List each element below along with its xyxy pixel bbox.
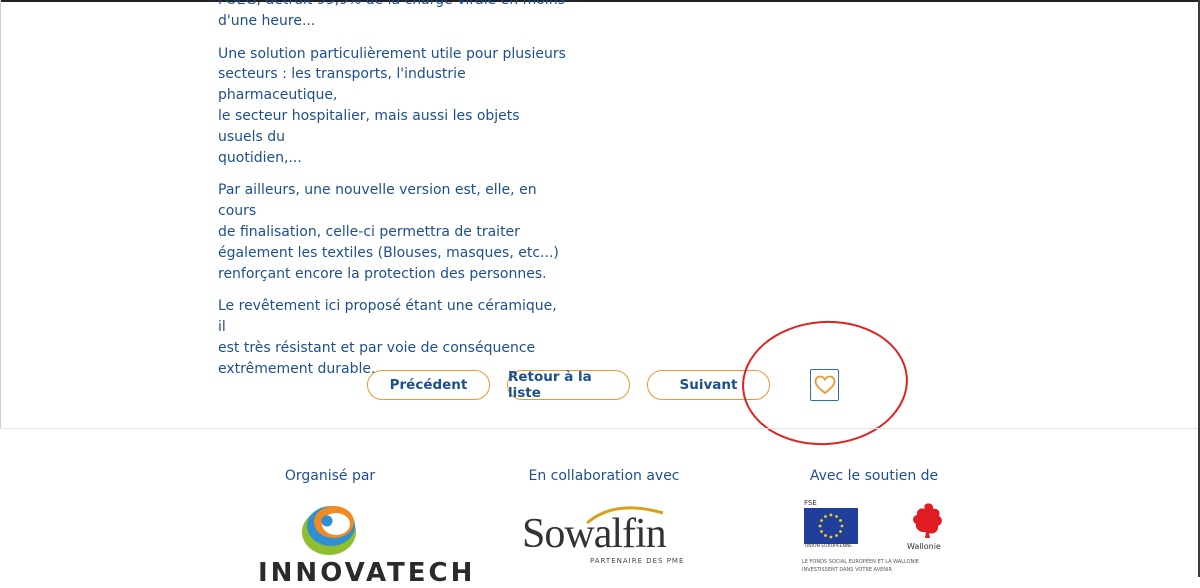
fse-caption: LE FONDS SOCIAL EUROPÉEN ET LA WALLONIE … bbox=[802, 558, 972, 574]
line: Une solution particulièrement utile pour… bbox=[218, 45, 566, 62]
fse-caption-line: INVESTISSENT DANS VOTRE AVENIR bbox=[802, 567, 892, 573]
line: renforçant encore la protection des pers… bbox=[218, 265, 547, 282]
collaboration-heading: En collaboration avec bbox=[528, 468, 680, 484]
line: de finalisation, celle-ci permettra de t… bbox=[218, 223, 520, 240]
eu-label: UNION EUROPÉENNE bbox=[805, 544, 853, 549]
article-paragraph-3: Par ailleurs, une nouvelle version est, … bbox=[218, 180, 568, 284]
line: est très résistant et par voie de conséq… bbox=[218, 339, 536, 356]
favorite-button[interactable] bbox=[810, 369, 839, 401]
line: extrêmement durable. bbox=[218, 360, 376, 377]
line: Le revêtement ici proposé étant une céra… bbox=[218, 298, 557, 336]
eu-flag-logo[interactable] bbox=[804, 508, 858, 544]
sowalfin-tagline: PARTENAIRE DES PME bbox=[590, 557, 685, 565]
article-paragraph-4: Le revêtement ici proposé étant une céra… bbox=[218, 296, 568, 379]
line: Par ailleurs, une nouvelle version est, … bbox=[218, 182, 537, 220]
line: secteurs : les transports, l'industrie p… bbox=[218, 66, 466, 104]
previous-button[interactable]: Précédent bbox=[367, 370, 490, 400]
back-to-list-button[interactable]: Retour à la liste bbox=[507, 369, 630, 401]
fse-caption-line: LE FONDS SOCIAL EUROPÉEN ET LA WALLONIE bbox=[802, 559, 919, 565]
wallonie-rooster-logo[interactable] bbox=[908, 500, 946, 542]
sowalfin-wordmark: Sowalfin bbox=[522, 511, 667, 557]
article-body: l'OEG, détruit 99,9% de la charge virale… bbox=[218, 0, 568, 380]
innovatech-wordmark: INNOVATECH bbox=[258, 558, 476, 588]
next-button[interactable]: Suivant bbox=[647, 370, 770, 400]
line: d'une heure... bbox=[218, 12, 316, 29]
line: le secteur hospitalier, mais aussi les o… bbox=[218, 107, 520, 145]
line: l'OEG, détruit 99,9% de la charge virale… bbox=[218, 0, 565, 8]
innovatech-logo[interactable] bbox=[296, 498, 366, 560]
support-heading: Avec le soutien de bbox=[809, 468, 939, 484]
window-top-border bbox=[0, 0, 1200, 2]
fse-label: FSE bbox=[804, 499, 817, 507]
article-paragraph-1: l'OEG, détruit 99,9% de la charge virale… bbox=[218, 0, 568, 32]
line: quotidien,... bbox=[218, 149, 302, 166]
footer-divider bbox=[0, 428, 1198, 429]
organized-by-heading: Organisé par bbox=[284, 468, 376, 484]
window-left-border bbox=[0, 0, 1, 428]
line: également les textiles (Blouses, masques… bbox=[218, 244, 559, 261]
article-paragraph-2: Une solution particulièrement utile pour… bbox=[218, 44, 568, 169]
heart-icon bbox=[814, 375, 835, 395]
wallonie-label: Wallonie bbox=[907, 542, 941, 551]
